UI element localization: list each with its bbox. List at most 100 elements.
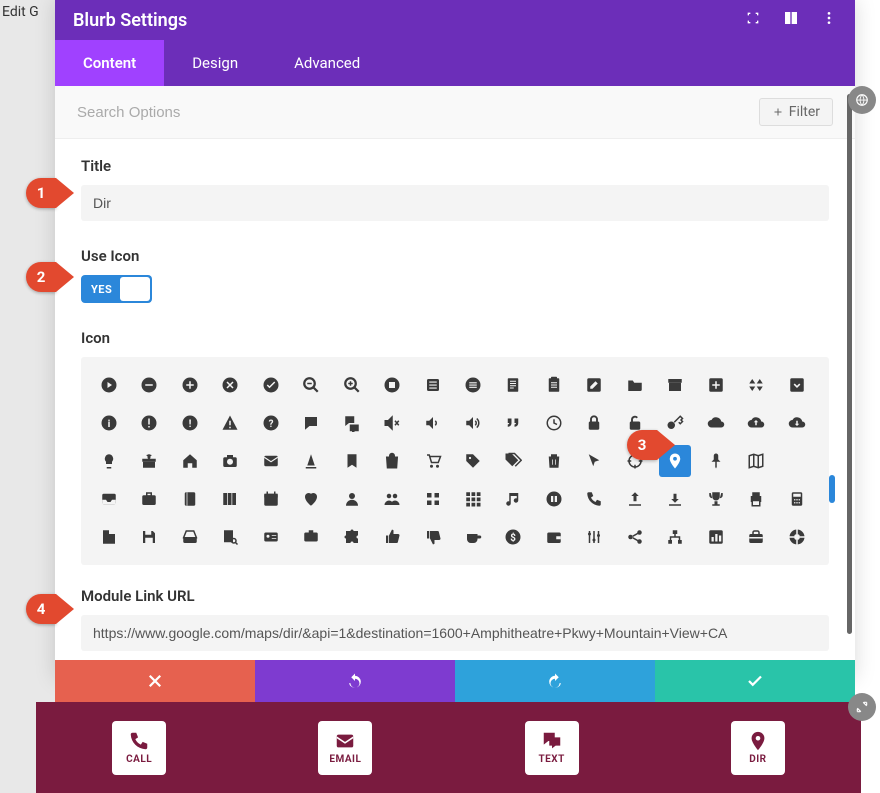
printer-icon[interactable]	[740, 483, 772, 515]
quote-icon[interactable]	[497, 407, 529, 439]
zoom-out-icon[interactable]	[295, 369, 327, 401]
list-icon[interactable]	[417, 369, 449, 401]
add-box-icon[interactable]	[700, 369, 732, 401]
download-box-icon[interactable]	[781, 369, 813, 401]
id-card-icon[interactable]	[255, 521, 287, 553]
filter-button[interactable]: Filter	[759, 98, 833, 126]
panel-scrollbar[interactable]	[847, 94, 852, 634]
chat-icon[interactable]	[336, 407, 368, 439]
x-circle-icon[interactable]	[214, 369, 246, 401]
book-icon[interactable]	[174, 483, 206, 515]
minus-circle-icon[interactable]	[133, 369, 165, 401]
icon-scroll-indicator[interactable]	[829, 475, 835, 503]
sort-icon[interactable]	[740, 369, 772, 401]
check-circle-icon[interactable]	[255, 369, 287, 401]
grid-small-icon[interactable]	[417, 483, 449, 515]
pause-icon[interactable]	[538, 483, 570, 515]
coffee-icon[interactable]	[457, 521, 489, 553]
folder-icon[interactable]	[619, 369, 651, 401]
briefcase-icon[interactable]	[133, 483, 165, 515]
music-icon[interactable]	[497, 483, 529, 515]
redo-button[interactable]	[455, 660, 655, 702]
bookmark-icon[interactable]	[336, 445, 368, 477]
calendar-icon[interactable]	[255, 483, 287, 515]
books-icon[interactable]	[214, 483, 246, 515]
blurb-call[interactable]: CALL	[112, 721, 166, 775]
bag-icon[interactable]	[376, 445, 408, 477]
more-icon[interactable]	[821, 10, 837, 30]
cancel-button[interactable]	[55, 660, 255, 702]
lightbulb-icon[interactable]	[93, 445, 125, 477]
puzzle-icon[interactable]	[336, 521, 368, 553]
share-icon[interactable]	[619, 521, 651, 553]
stop-icon[interactable]	[376, 369, 408, 401]
phone-icon[interactable]	[578, 483, 610, 515]
lines-circle-icon[interactable]	[457, 369, 489, 401]
download-icon[interactable]	[659, 483, 691, 515]
cloud-icon[interactable]	[700, 407, 732, 439]
wallet-icon[interactable]	[538, 521, 570, 553]
lifebuoy-icon[interactable]	[781, 521, 813, 553]
use-icon-toggle[interactable]: YES	[81, 275, 152, 303]
upload-icon[interactable]	[619, 483, 651, 515]
title-input[interactable]	[81, 185, 829, 221]
zoom-in-icon[interactable]	[336, 369, 368, 401]
users-icon[interactable]	[376, 483, 408, 515]
comment-icon[interactable]	[295, 407, 327, 439]
columns-icon[interactable]	[783, 10, 799, 30]
sliders-icon[interactable]	[578, 521, 610, 553]
tab-advanced[interactable]: Advanced	[266, 40, 388, 86]
thumbs-up-icon[interactable]	[376, 521, 408, 553]
trophy-icon[interactable]	[700, 483, 732, 515]
hdd-icon[interactable]	[174, 521, 206, 553]
blurb-email[interactable]: EMAIL	[318, 721, 372, 775]
globe-floating-icon[interactable]	[848, 86, 876, 114]
calculator-icon[interactable]	[781, 483, 813, 515]
home-icon[interactable]	[174, 445, 206, 477]
inbox-icon[interactable]	[93, 483, 125, 515]
play-circle-icon[interactable]	[93, 369, 125, 401]
blurb-text[interactable]: TEXT	[525, 721, 579, 775]
undo-button[interactable]	[255, 660, 455, 702]
gift-icon[interactable]	[133, 445, 165, 477]
badge-icon[interactable]	[295, 521, 327, 553]
tag-icon[interactable]	[457, 445, 489, 477]
document-icon[interactable]	[497, 369, 529, 401]
module-link-input[interactable]	[81, 615, 829, 651]
mail-icon[interactable]	[255, 445, 287, 477]
tags-icon[interactable]	[497, 445, 529, 477]
cloud-upload-icon[interactable]	[740, 407, 772, 439]
search-input[interactable]	[77, 104, 759, 121]
expand-icon[interactable]	[745, 10, 761, 30]
trash-icon[interactable]	[538, 445, 570, 477]
user-icon[interactable]	[336, 483, 368, 515]
alert-circle-icon[interactable]	[133, 407, 165, 439]
tab-content[interactable]: Content	[55, 40, 164, 86]
cursor-icon[interactable]	[578, 445, 610, 477]
map-icon[interactable]	[740, 445, 772, 477]
clipboard-icon[interactable]	[538, 369, 570, 401]
volume-high-icon[interactable]	[457, 407, 489, 439]
dollar-icon[interactable]: $	[497, 521, 529, 553]
cone-icon[interactable]	[295, 445, 327, 477]
cart-icon[interactable]	[417, 445, 449, 477]
sitemap-icon[interactable]	[659, 521, 691, 553]
expand-floating-icon[interactable]	[848, 693, 876, 721]
building-icon[interactable]	[93, 521, 125, 553]
warning-icon[interactable]	[214, 407, 246, 439]
edit-square-icon[interactable]	[578, 369, 610, 401]
error-icon[interactable]: !	[174, 407, 206, 439]
grid-icon[interactable]	[457, 483, 489, 515]
help-icon[interactable]: ?	[255, 407, 287, 439]
volume-mute-icon[interactable]	[376, 407, 408, 439]
info-icon[interactable]: i	[93, 407, 125, 439]
tab-design[interactable]: Design	[164, 40, 266, 86]
thumbs-down-icon[interactable]	[417, 521, 449, 553]
search-doc-icon[interactable]	[214, 521, 246, 553]
blurb-dir[interactable]: DIR	[731, 721, 785, 775]
volume-low-icon[interactable]	[417, 407, 449, 439]
camera-icon[interactable]	[214, 445, 246, 477]
save-icon[interactable]	[133, 521, 165, 553]
cloud-download-icon[interactable]	[781, 407, 813, 439]
plus-circle-icon[interactable]	[174, 369, 206, 401]
